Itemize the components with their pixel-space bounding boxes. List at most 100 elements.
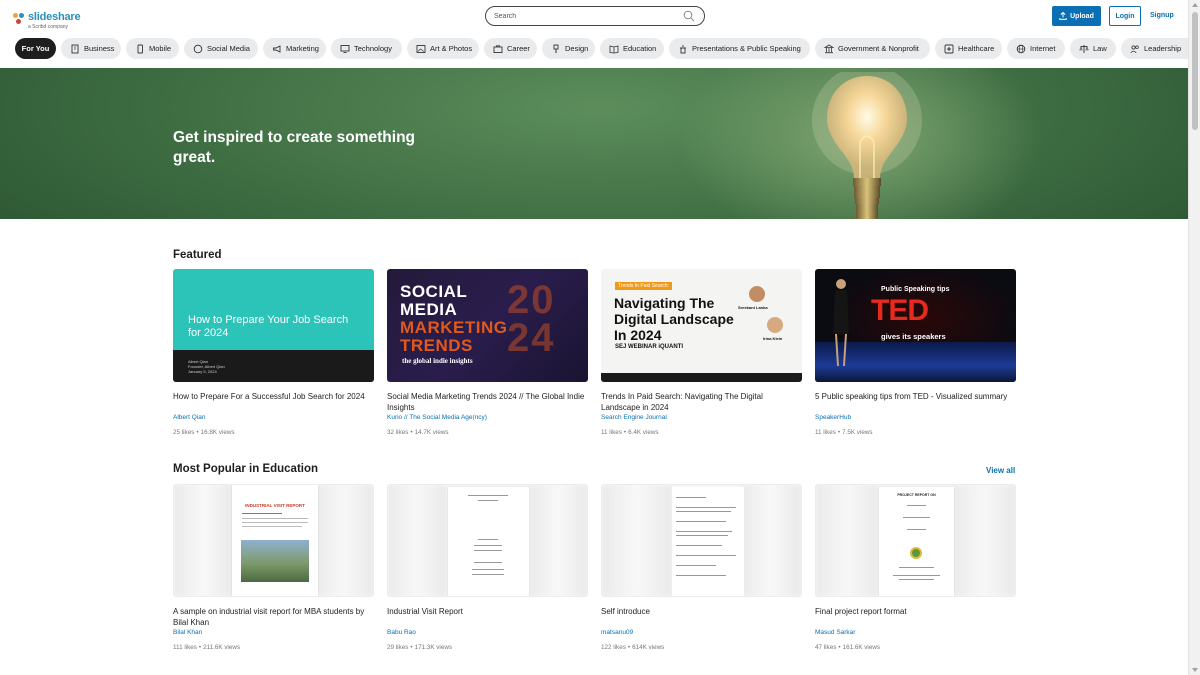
- mobile-icon: [137, 44, 143, 53]
- category-label: Career: [507, 44, 530, 53]
- category-for-you[interactable]: For You: [15, 38, 56, 59]
- login-button[interactable]: Login: [1109, 6, 1141, 26]
- category-label: For You: [21, 44, 50, 53]
- globe-icon: [1016, 44, 1026, 53]
- category-design[interactable]: Design: [542, 38, 595, 59]
- thumb-subline: the global indie insights: [402, 357, 473, 365]
- category-label: Art & Photos: [430, 44, 473, 53]
- card-title[interactable]: Self introduce: [601, 606, 802, 628]
- category-label: Government & Nonprofit: [838, 44, 919, 53]
- category-marketing[interactable]: Marketing: [263, 38, 326, 59]
- slideshare-logo[interactable]: slideshare a Scribd company: [13, 8, 81, 30]
- category-label: Marketing: [286, 44, 319, 53]
- upload-icon: [1059, 12, 1067, 20]
- slide-thumbnail[interactable]: How to Prepare Your Job Search for 2024 …: [173, 269, 374, 382]
- document-thumbnail[interactable]: INDUSTRIAL VISIT REPORT: [173, 484, 374, 597]
- hero-banner: Get inspired to create something great.: [0, 68, 1188, 219]
- page-scrollbar[interactable]: [1188, 0, 1200, 675]
- thumb-headline: Navigating The Digital Landscape In 2024: [614, 295, 734, 343]
- slide-thumbnail[interactable]: Public Speaking tips TED gives its speak…: [815, 269, 1016, 382]
- document-thumbnail[interactable]: [601, 484, 802, 597]
- category-label: Law: [1093, 44, 1107, 53]
- card-title[interactable]: Social Media Marketing Trends 2024 // Th…: [387, 391, 588, 413]
- thumb-year: 20 24: [507, 278, 556, 360]
- category-education[interactable]: Education: [600, 38, 664, 59]
- thumb-logos: SEJ WEBINAR iQUANTI: [615, 344, 684, 350]
- book-icon: [609, 44, 619, 53]
- scroll-up-icon[interactable]: [1192, 3, 1198, 7]
- featured-card[interactable]: Trends In Paid Search: Navigating The Di…: [601, 269, 802, 437]
- brand-subtitle: a Scribd company: [28, 24, 69, 30]
- card-stats: 122 likes • 614K views: [601, 644, 665, 651]
- top-header: slideshare a Scribd company Upload Login…: [0, 0, 1188, 33]
- card-author[interactable]: Bilal Khan: [173, 628, 374, 637]
- featured-card[interactable]: How to Prepare Your Job Search for 2024 …: [173, 269, 374, 437]
- card-title[interactable]: A sample on industrial visit report for …: [173, 606, 374, 628]
- featured-card[interactable]: Public Speaking tips TED gives its speak…: [815, 269, 1016, 437]
- card-author[interactable]: Masud Sarkar: [815, 628, 1016, 637]
- speaker-avatar: [767, 317, 783, 333]
- category-presentations[interactable]: Presentations & Public Speaking: [669, 38, 810, 59]
- category-leadership[interactable]: Leadership: [1121, 38, 1188, 59]
- megaphone-icon: [273, 44, 281, 53]
- category-healthcare[interactable]: Healthcare: [935, 38, 1002, 59]
- featured-card[interactable]: 20 24 SOCIAL MEDIA MARKETING TRENDS the …: [387, 269, 588, 437]
- upload-label: Upload: [1070, 12, 1094, 20]
- signup-link[interactable]: Signup: [1150, 12, 1174, 19]
- card-author[interactable]: matsanu09: [601, 628, 802, 637]
- document-thumbnail[interactable]: [387, 484, 588, 597]
- scroll-thumb[interactable]: [1192, 12, 1198, 130]
- card-title[interactable]: Final project report format: [815, 606, 1016, 628]
- slide-thumbnail[interactable]: Trends In Paid Search: Navigating The Di…: [601, 269, 802, 382]
- slide-thumbnail[interactable]: 20 24 SOCIAL MEDIA MARKETING TRENDS the …: [387, 269, 588, 382]
- category-government[interactable]: Government & Nonprofit: [815, 38, 930, 59]
- category-label: Design: [565, 44, 589, 53]
- category-bar: For You Business Mobile Social Media Mar…: [0, 38, 1188, 62]
- card-stats: 29 likes • 171.3K views: [387, 644, 453, 651]
- card-author[interactable]: Albert Qian: [173, 413, 374, 422]
- briefcase-icon: [493, 44, 503, 53]
- category-career[interactable]: Career: [484, 38, 537, 59]
- slideshare-logo-icon: [13, 13, 25, 25]
- people-icon: [1130, 44, 1139, 53]
- card-author[interactable]: Babu Rao: [387, 628, 588, 637]
- building-icon: [71, 44, 79, 53]
- card-title[interactable]: Industrial Visit Report: [387, 606, 588, 628]
- category-law[interactable]: Law: [1070, 38, 1116, 59]
- popular-card[interactable]: Self introduce matsanu09 122 likes • 614K …: [601, 484, 802, 652]
- seal-icon: [910, 547, 922, 559]
- popular-card[interactable]: INDUSTRIAL VISIT REPORT A sample on indu…: [173, 484, 374, 652]
- card-title[interactable]: How to Prepare For a Successful Job Sear…: [173, 391, 374, 413]
- card-stats: 32 likes • 14.7K views: [387, 429, 449, 436]
- category-label: Business: [84, 44, 115, 53]
- category-art-photos[interactable]: Art & Photos: [407, 38, 479, 59]
- search-input[interactable]: [494, 10, 674, 22]
- search-box[interactable]: [485, 6, 705, 26]
- category-internet[interactable]: Internet: [1007, 38, 1065, 59]
- popular-heading: Most Popular in Education: [173, 463, 319, 475]
- speaker-name: Sreekant Lanka: [738, 305, 768, 310]
- card-author[interactable]: Search Engine Journal: [601, 413, 802, 422]
- thumb-meta: Albert Qian Founder, Albert Qian January…: [188, 359, 225, 374]
- category-mobile[interactable]: Mobile: [126, 38, 179, 59]
- search-icon[interactable]: [683, 10, 695, 22]
- view-all-link[interactable]: View all: [986, 466, 1015, 475]
- thumb-band: [601, 373, 802, 382]
- document-thumbnail[interactable]: PROJECT REPORT ON: [815, 484, 1016, 597]
- thumb-line: MARKETING: [400, 318, 508, 337]
- popular-card[interactable]: Industrial Visit Report Babu Rao 29 like…: [387, 484, 588, 652]
- thumb-tag: Trends In Paid Search:: [615, 282, 672, 290]
- card-author[interactable]: SpeakerHub: [815, 413, 1016, 422]
- card-title[interactable]: 5 Public speaking tips from TED - Visual…: [815, 391, 1016, 413]
- card-stats: 25 likes • 16.8K views: [173, 429, 235, 436]
- popular-card[interactable]: PROJECT REPORT ON Final project report f…: [815, 484, 1016, 652]
- card-author[interactable]: Kurio // The Social Media Age(ncy): [387, 413, 588, 422]
- category-business[interactable]: Business: [61, 38, 121, 59]
- category-label: Technology: [354, 44, 392, 53]
- category-technology[interactable]: Technology: [331, 38, 402, 59]
- upload-button[interactable]: Upload: [1052, 6, 1101, 26]
- category-social-media[interactable]: Social Media: [184, 38, 258, 59]
- scroll-down-icon[interactable]: [1192, 668, 1198, 672]
- card-title[interactable]: Trends In Paid Search: Navigating The Di…: [601, 391, 802, 413]
- light-bulb-illustration: [812, 72, 922, 219]
